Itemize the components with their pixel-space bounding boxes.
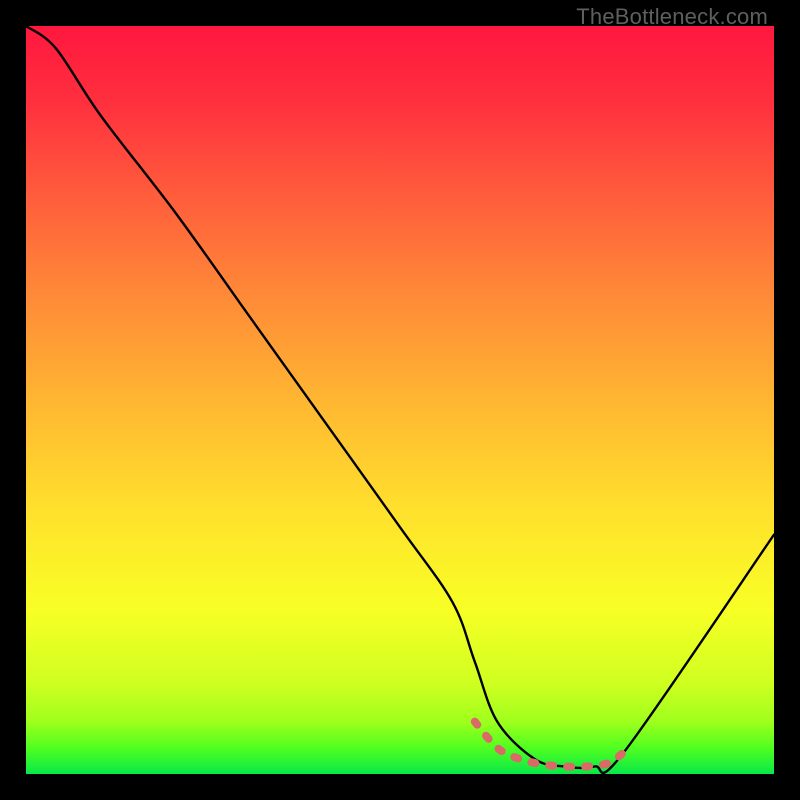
chart-frame [26, 26, 774, 774]
chart-curve-layer [26, 26, 774, 774]
bottleneck-curve [26, 26, 774, 773]
watermark-text: TheBottleneck.com [576, 4, 768, 30]
bottom-highlight [475, 722, 625, 767]
